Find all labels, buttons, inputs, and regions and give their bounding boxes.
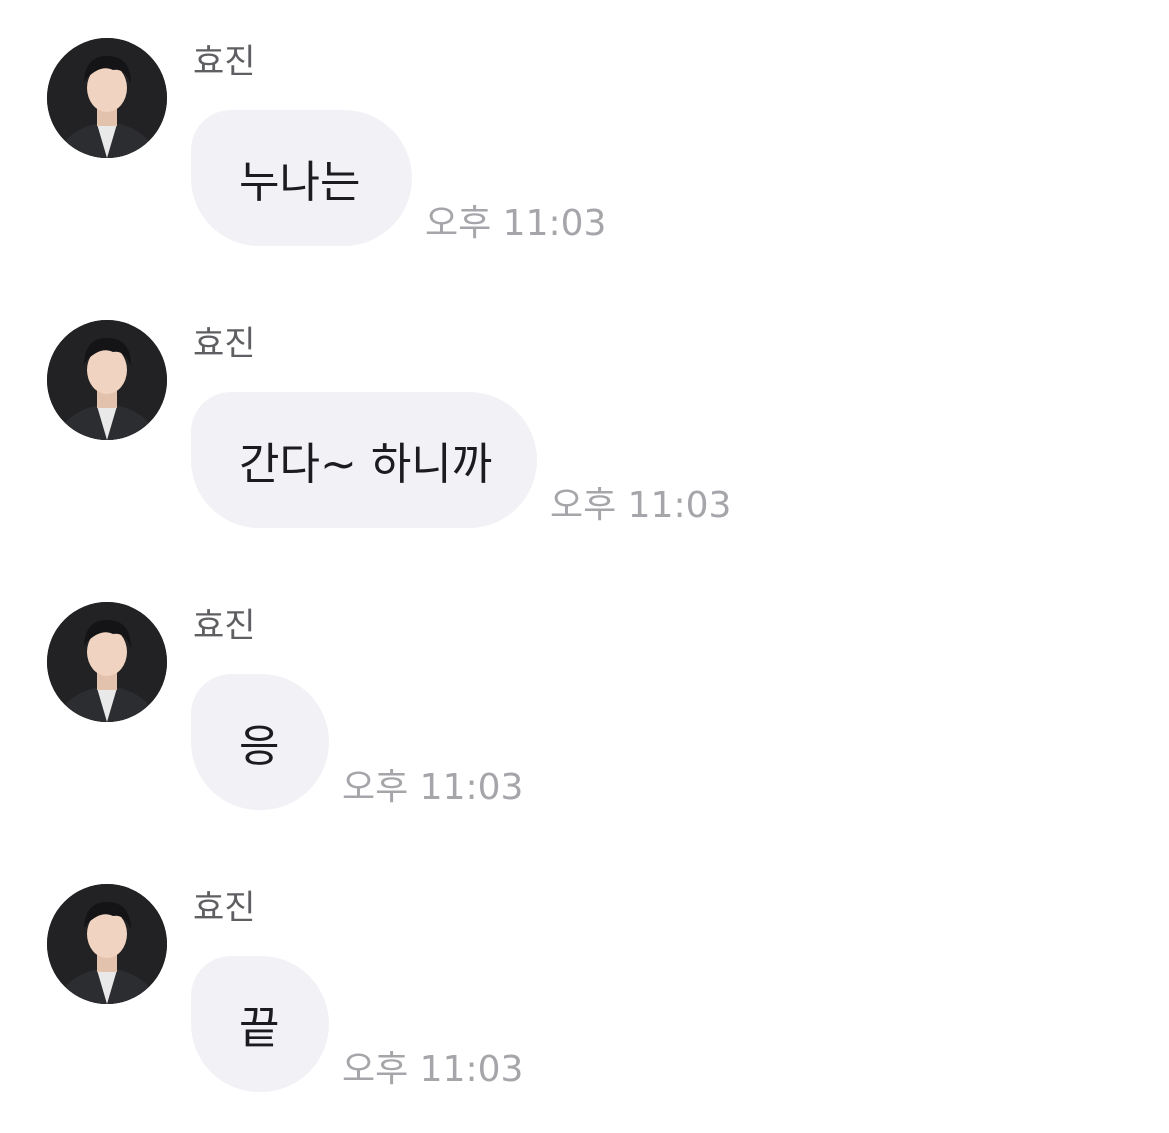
message-bubble[interactable]: 간다~ 하니까 <box>191 392 537 528</box>
chat-message: 효진 누나는 오후 11:03 <box>0 0 1169 246</box>
avatar[interactable] <box>47 38 167 158</box>
sender-name: 효진 <box>193 324 256 364</box>
message-timestamp: 오후 11:03 <box>342 1049 524 1090</box>
chat-message: 효진 끝 오후 11:03 <box>0 846 1169 1092</box>
profile-photo-icon <box>47 38 167 158</box>
message-bubble[interactable]: 누나는 <box>191 110 412 246</box>
message-bubble[interactable]: 응 <box>191 674 329 810</box>
avatar[interactable] <box>47 602 167 722</box>
message-bubble[interactable]: 끝 <box>191 956 329 1092</box>
sender-name: 효진 <box>193 888 256 928</box>
sender-name: 효진 <box>193 606 256 646</box>
profile-photo-icon <box>47 602 167 722</box>
message-timestamp: 오후 11:03 <box>342 767 524 808</box>
profile-photo-icon <box>47 320 167 440</box>
chat-message: 효진 간다~ 하니까 오후 11:03 <box>0 282 1169 528</box>
message-timestamp: 오후 11:03 <box>425 203 607 244</box>
message-timestamp: 오후 11:03 <box>550 485 732 526</box>
profile-photo-icon <box>47 884 167 1004</box>
avatar[interactable] <box>47 320 167 440</box>
avatar[interactable] <box>47 884 167 1004</box>
sender-name: 효진 <box>193 42 256 82</box>
chat-message: 효진 응 오후 11:03 <box>0 564 1169 810</box>
